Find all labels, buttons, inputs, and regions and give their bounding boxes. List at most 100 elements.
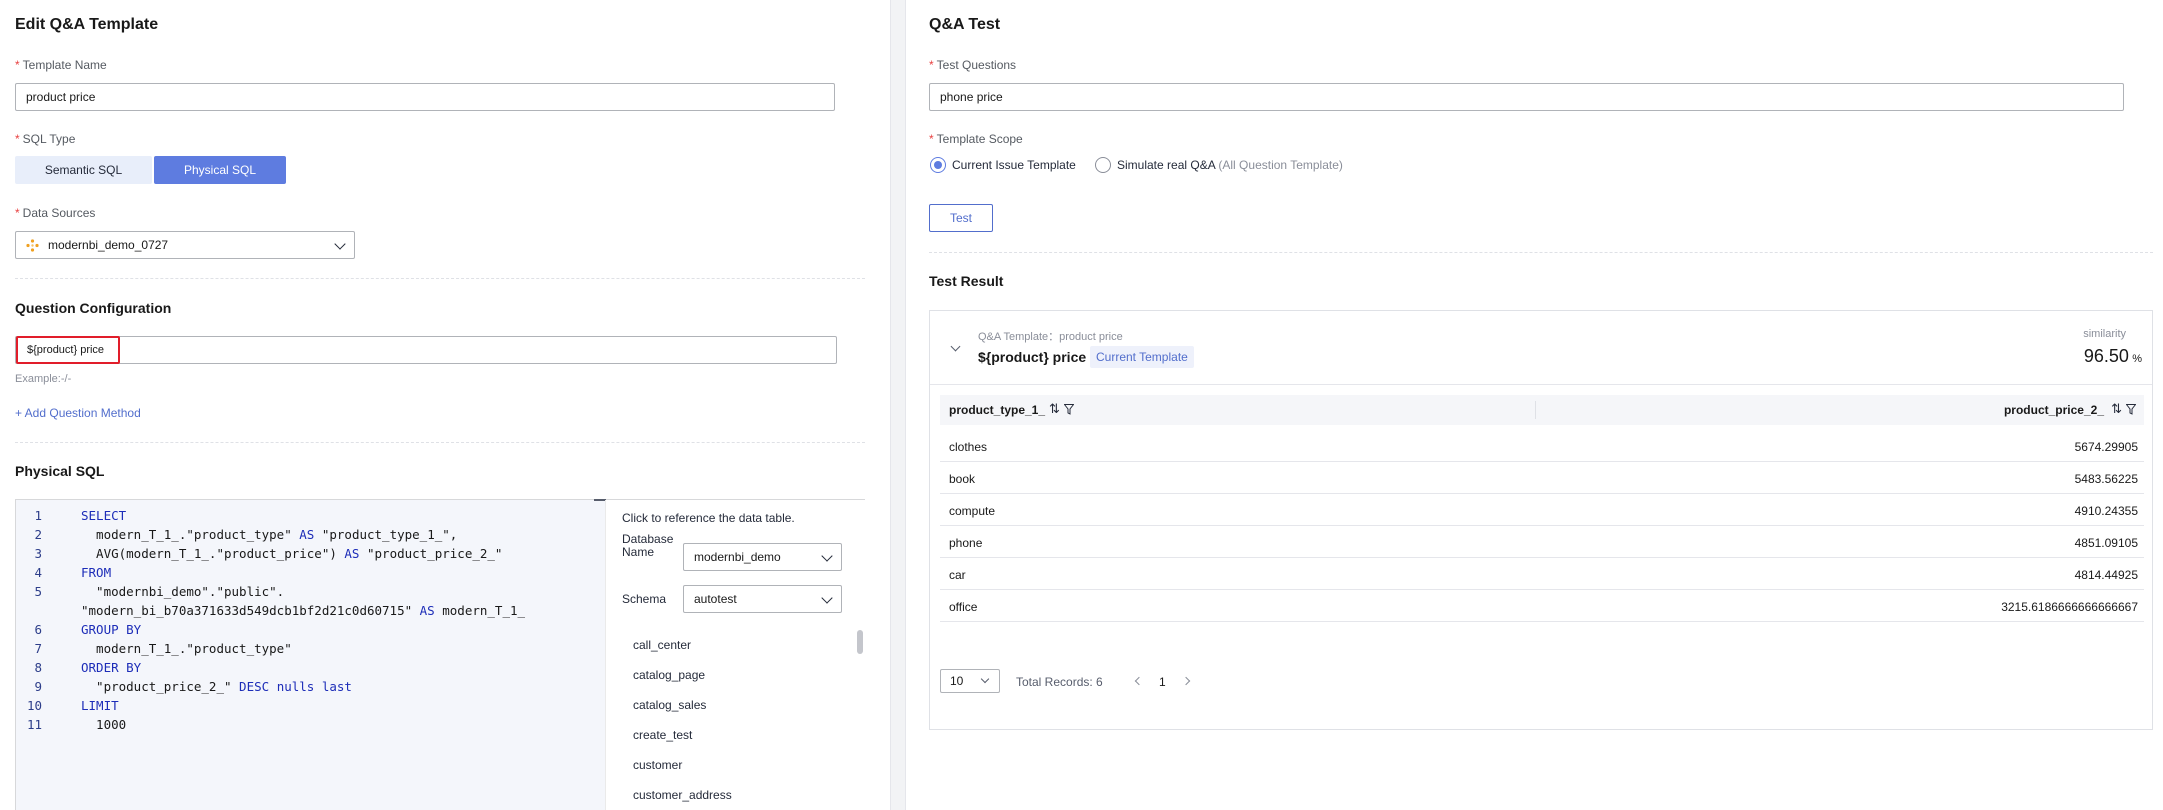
prev-page-icon[interactable] — [1134, 676, 1144, 686]
schema-value: autotest — [694, 592, 737, 606]
line-number: 11 — [26, 717, 42, 732]
code-text: FROM — [81, 565, 112, 580]
line-number: 6 — [34, 622, 42, 637]
code-text: LIMIT — [81, 698, 119, 713]
similarity-score: 96.50 % — [2083, 346, 2142, 366]
table-cell: clothes — [949, 440, 988, 454]
table-header: product_type_1_ ⇅ product_price_2_ ⇅ — [940, 395, 2144, 425]
total-records: Total Records: 6 — [1016, 675, 1103, 689]
row-divider — [940, 461, 2144, 462]
table-item[interactable]: customer_address — [633, 788, 732, 802]
row-divider — [940, 525, 2144, 526]
table-cell: office — [949, 600, 978, 614]
similarity-label: similarity — [2083, 328, 2126, 340]
line-number: 3 — [34, 546, 42, 561]
scope-simulate-label[interactable]: Simulate real Q&A (All Question Template… — [1117, 158, 1343, 172]
table-item[interactable]: catalog_page — [633, 668, 705, 682]
reference-hint: Click to reference the data table. — [622, 511, 795, 525]
matched-question: ${product} price — [978, 349, 1087, 365]
line-number: 7 — [34, 641, 42, 656]
table-item[interactable]: customer — [633, 758, 682, 772]
line-number: 8 — [34, 660, 42, 675]
code-text: modern_T_1_."product_type" — [81, 641, 292, 656]
column-divider[interactable] — [1535, 401, 1536, 419]
collapse-chevron-icon[interactable] — [950, 341, 961, 352]
table-cell: 4910.24355 — [2074, 504, 2138, 518]
divider — [15, 278, 865, 279]
physical-sql-option[interactable]: Physical SQL — [154, 156, 286, 184]
code-text: 1000 — [81, 717, 127, 732]
template-scope-label: * Template Scope — [929, 132, 1023, 146]
semantic-sql-option[interactable]: Semantic SQL — [15, 156, 152, 184]
code-text: "modern_bi_b70a371633d549dcb1bf2d21c0d60… — [81, 603, 526, 618]
table-reference-panel: Click to reference the data table. Datab… — [605, 500, 865, 810]
template-name-input[interactable]: product price — [15, 83, 835, 111]
column-header-product-type[interactable]: product_type_1_ — [949, 403, 1045, 417]
table-cell: phone — [949, 536, 983, 550]
chevron-down-icon — [980, 674, 990, 684]
divider — [15, 442, 865, 443]
scope-current-radio[interactable] — [930, 157, 946, 173]
code-text: SELECT — [81, 508, 127, 523]
left-panel-title: Edit Q&A Template — [15, 16, 159, 33]
row-divider — [940, 557, 2144, 558]
table-item[interactable]: catalog_sales — [633, 698, 706, 712]
sort-icon[interactable]: ⇅ — [1049, 401, 1060, 417]
sql-type-label: * SQL Type — [15, 132, 76, 146]
code-text: modern_T_1_."product_type" AS "product_t… — [81, 527, 458, 542]
panel-splitter[interactable] — [890, 0, 906, 810]
data-source-select[interactable]: modernbi_demo_0727 — [15, 231, 355, 259]
table-cell: 3215.6186666666666667 — [2001, 600, 2138, 614]
database-name-label: Database Name — [622, 532, 674, 559]
sort-icon[interactable]: ⇅ — [2111, 401, 2122, 417]
scope-current-label[interactable]: Current Issue Template — [952, 158, 1076, 172]
line-number: 5 — [34, 584, 42, 599]
scope-simulate-hint: (All Question Template) — [1218, 158, 1343, 172]
current-page[interactable]: 1 — [1159, 675, 1166, 689]
database-name-value: modernbi_demo — [694, 550, 781, 564]
line-number: 1 — [34, 508, 42, 523]
current-template-tag: Current Template — [1090, 346, 1194, 368]
table-cell: 5483.56225 — [2074, 472, 2138, 486]
test-questions-input[interactable]: phone price — [929, 83, 2124, 111]
question-config-title: Question Configuration — [15, 300, 172, 316]
database-name-select[interactable]: modernbi_demo — [683, 543, 842, 571]
test-button[interactable]: Test — [929, 204, 993, 232]
table-item[interactable]: create_test — [633, 728, 692, 742]
schema-select[interactable]: autotest — [683, 585, 842, 613]
table-cell: 4851.09105 — [2074, 536, 2138, 550]
chevron-down-icon — [821, 592, 833, 604]
chevron-down-icon — [821, 550, 833, 562]
code-text: "modernbi_demo"."public". — [81, 584, 285, 599]
add-question-method-link[interactable]: + Add Question Method — [15, 406, 141, 420]
code-text: GROUP BY — [81, 622, 142, 637]
next-page-icon[interactable] — [1181, 676, 1191, 686]
line-number: 9 — [34, 679, 42, 694]
column-header-product-price[interactable]: product_price_2_ — [2004, 403, 2104, 417]
table-cell: compute — [949, 504, 996, 518]
test-result-title: Test Result — [929, 273, 1004, 289]
filter-icon[interactable] — [1064, 404, 1074, 415]
page-size-value: 10 — [950, 674, 964, 688]
divider — [929, 252, 2153, 253]
chevron-down-icon — [334, 238, 346, 250]
line-number: 2 — [34, 527, 42, 542]
test-questions-label: * Test Questions — [929, 58, 1017, 72]
template-name-label: * Template Name — [15, 58, 107, 72]
page-size-select[interactable]: 10 — [940, 669, 1000, 693]
row-divider — [940, 621, 2144, 622]
table-cell: 5674.29905 — [2074, 440, 2138, 454]
scope-simulate-radio[interactable] — [1095, 157, 1111, 173]
table-item[interactable]: call_center — [633, 638, 691, 652]
question-variable-chip[interactable]: ${product} price — [16, 336, 120, 364]
question-input[interactable]: ${product} price — [15, 336, 837, 364]
row-divider — [940, 589, 2144, 590]
table-list-scrollbar[interactable] — [857, 630, 863, 654]
table-cell: book — [949, 472, 976, 486]
filter-icon[interactable] — [2126, 404, 2136, 415]
database-icon — [26, 239, 39, 252]
line-number: 10 — [26, 698, 42, 713]
physical-sql-title: Physical SQL — [15, 463, 105, 479]
right-panel-title: Q&A Test — [929, 16, 1001, 33]
data-source-value: modernbi_demo_0727 — [48, 238, 169, 252]
